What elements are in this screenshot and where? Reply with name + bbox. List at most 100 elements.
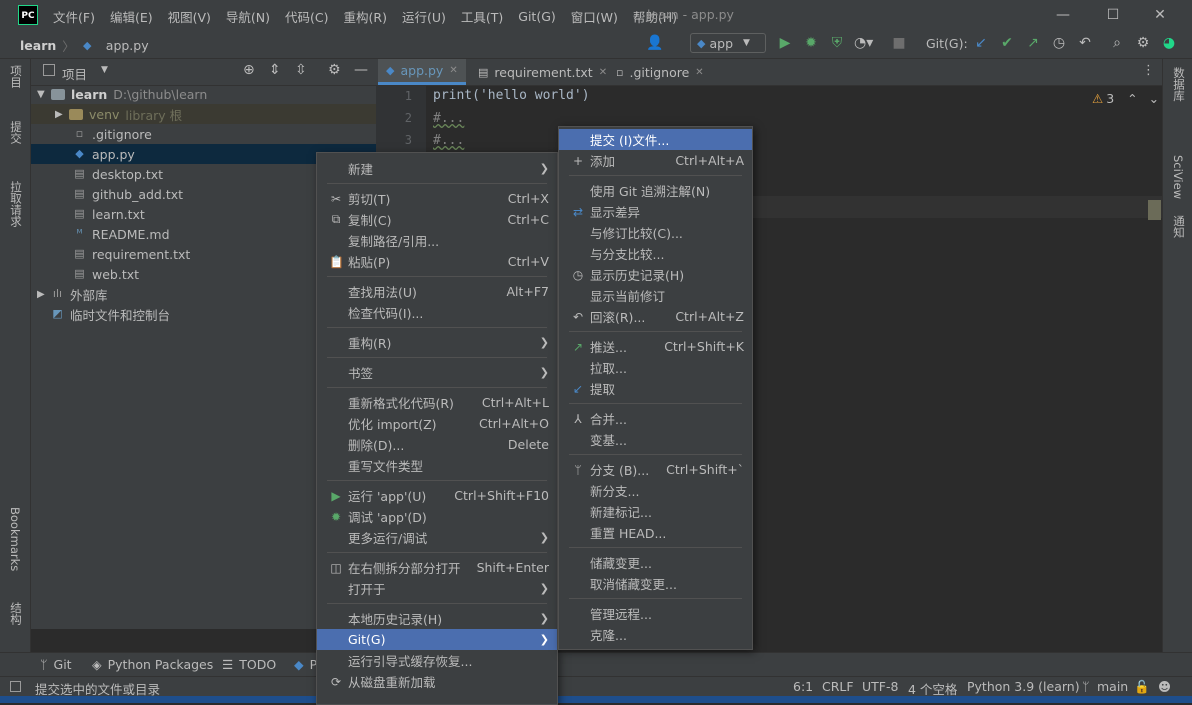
git-update-icon[interactable]: ↙	[972, 34, 990, 52]
menu-item[interactable]: 变基...	[559, 429, 752, 450]
menu-item[interactable]: 取消储藏变更...	[559, 573, 752, 594]
menu-item[interactable]: 使用 Git 追溯注解(N)	[559, 180, 752, 201]
menu-item[interactable]: 新分支...	[559, 480, 752, 501]
more-tabs-icon[interactable]: ⋮	[1142, 63, 1155, 78]
history-icon[interactable]: ◷	[1050, 34, 1068, 52]
tool-git[interactable]: ᛘ Git	[40, 657, 72, 672]
tree-file[interactable]: ▫ .gitignore	[31, 124, 376, 144]
menu-item[interactable]: 复制路径/引用...	[317, 230, 557, 251]
chevron-up-icon[interactable]: ⌃	[1127, 91, 1137, 106]
maximize-icon[interactable]: ☐	[1103, 5, 1123, 25]
run-configuration-select[interactable]: ◆ app ▼	[690, 33, 766, 53]
tab-gitignore[interactable]: ▫ .gitignore ✕	[608, 59, 712, 85]
python-interpreter[interactable]: Python 3.9 (learn)	[967, 679, 1080, 694]
stripe-bookmarks[interactable]: Bookmarks	[8, 507, 22, 571]
stripe-sciview[interactable]: SciView	[1171, 155, 1185, 199]
breadcrumb-file[interactable]: app.py	[106, 38, 149, 53]
menu-item[interactable]: 运行引导式缓存恢复...	[317, 650, 557, 671]
inspection-widget[interactable]: ⚠ 3 ⌃ ⌄	[1092, 91, 1159, 106]
menu-item[interactable]: 克隆...	[559, 624, 752, 645]
stripe-database[interactable]: 数据库	[1171, 67, 1187, 102]
close-icon[interactable]: ✕	[599, 67, 607, 78]
menu-item[interactable]: 显示当前修订	[559, 285, 752, 306]
stripe-project[interactable]: 项目	[8, 65, 24, 88]
menu-item[interactable]: ⧉ 复制(C) Ctrl+C	[317, 209, 557, 230]
menu-item[interactable]: 重构(R)	[344, 7, 387, 26]
tool-python-packages[interactable]: ◈ Python Packages	[92, 657, 213, 672]
profile-icon[interactable]: ◔▾	[854, 34, 873, 52]
code-line[interactable]: print('hello world')	[433, 88, 590, 103]
menu-item[interactable]: 拉取...	[559, 357, 752, 378]
menu-item[interactable]: 书签 ❯	[317, 362, 557, 383]
menu-item[interactable]: ✂ 剪切(T) Ctrl+X	[317, 188, 557, 209]
menu-item[interactable]: 与分支比较...	[559, 243, 752, 264]
menu-item[interactable]: 管理远程...	[559, 603, 752, 624]
menu-item[interactable]: ↗ 推送... Ctrl+Shift+K	[559, 336, 752, 357]
menu-item[interactable]: ✹ 调试 'app'(D)	[317, 506, 557, 527]
close-icon[interactable]: ✕	[449, 65, 457, 76]
menu-item[interactable]: 储藏变更...	[559, 552, 752, 573]
rollback-icon[interactable]: ↶	[1076, 34, 1094, 52]
line-separator[interactable]: CRLF	[822, 679, 854, 694]
stripe-commit[interactable]: 提交	[8, 121, 24, 144]
menu-item[interactable]: 📋 粘贴(P) Ctrl+V	[317, 251, 557, 272]
run-icon[interactable]: ▶	[776, 34, 794, 52]
tab-app-py[interactable]: ◆ app.py ✕	[378, 59, 466, 85]
menu-item[interactable]: 更多运行/调试 ❯	[317, 527, 557, 548]
stripe-structure[interactable]: 结构	[8, 602, 24, 625]
chevron-down-icon[interactable]: ⌄	[1149, 91, 1159, 106]
menu-item[interactable]: 查找用法(U) Alt+F7	[317, 281, 557, 302]
menu-item[interactable]: 窗口(W)	[571, 7, 618, 26]
menu-item[interactable]: Git(G) ❯	[317, 629, 557, 650]
menu-item[interactable]: 重置 HEAD...	[559, 522, 752, 543]
user-icon[interactable]: 👤	[646, 34, 664, 52]
locate-icon[interactable]: ⊕	[243, 62, 255, 78]
menu-item[interactable]: ↙ 提取	[559, 378, 752, 399]
panel-toggle-icon[interactable]	[10, 681, 21, 692]
menu-item[interactable]: Git(G)	[518, 9, 556, 24]
menu-item[interactable]: 文件(F)	[53, 7, 95, 26]
menu-item[interactable]: 优化 import(Z) Ctrl+Alt+O	[317, 413, 557, 434]
tab-requirement[interactable]: ▤ requirement.txt ✕	[470, 59, 615, 85]
git-branch[interactable]: main	[1097, 679, 1128, 694]
coverage-icon[interactable]: ⛨	[828, 34, 846, 52]
caret-position[interactable]: 6:1	[793, 679, 813, 694]
menu-item[interactable]: ⅄ 合并...	[559, 408, 752, 429]
collapse-all-icon[interactable]: ⇳	[295, 62, 307, 78]
stripe-notifications[interactable]: 通知	[1171, 215, 1187, 238]
project-panel-title[interactable]: 项目	[62, 64, 87, 83]
menu-item[interactable]: 打开于 ❯	[317, 578, 557, 599]
hide-icon[interactable]: —	[354, 62, 368, 78]
menu-item[interactable]: 重写文件类型	[317, 455, 557, 476]
menu-item[interactable]: ▶ 运行 'app'(U) Ctrl+Shift+F10	[317, 485, 557, 506]
file-encoding[interactable]: UTF-8	[862, 679, 898, 694]
menu-item[interactable]: ᛘ 分支 (B)... Ctrl+Shift+`	[559, 459, 752, 480]
git-push-icon[interactable]: ↗	[1024, 34, 1042, 52]
menu-item[interactable]: 编辑(E)	[110, 7, 153, 26]
search-icon[interactable]: ⌕	[1108, 34, 1126, 52]
menu-item[interactable]: 代码(C)	[285, 7, 328, 26]
tree-root[interactable]: ▼ learn D:\github\learn	[31, 84, 376, 104]
debug-icon[interactable]: ✹	[802, 34, 820, 52]
close-icon[interactable]: ✕	[695, 67, 703, 78]
menu-item[interactable]: 提交 (I)文件...	[559, 129, 752, 150]
minimize-icon[interactable]: —	[1053, 5, 1073, 25]
jetbrains-ai-icon[interactable]: ◕	[1160, 34, 1178, 52]
inspector-icon[interactable]: ☻	[1158, 679, 1171, 694]
tool-python-console[interactable]: ◆ P	[294, 657, 317, 672]
close-icon[interactable]: ✕	[1150, 5, 1170, 25]
menu-item[interactable]: 新建标记...	[559, 501, 752, 522]
expand-all-icon[interactable]: ⇕	[269, 62, 281, 78]
menu-item[interactable]: 与修订比较(C)...	[559, 222, 752, 243]
stop-icon[interactable]: ■	[890, 34, 908, 52]
chevron-down-icon[interactable]: ▼	[101, 65, 108, 75]
menu-item[interactable]: 导航(N)	[226, 7, 270, 26]
gear-icon[interactable]: ⚙	[328, 62, 341, 78]
code-line[interactable]: #...	[433, 111, 464, 126]
unlock-icon[interactable]: 🔓	[1134, 679, 1150, 695]
breadcrumb-project[interactable]: learn	[20, 38, 56, 53]
git-commit-icon[interactable]: ✔	[998, 34, 1016, 52]
menu-item[interactable]: 重构(R) ❯	[317, 332, 557, 353]
menu-item[interactable]: 重新格式化代码(R) Ctrl+Alt+L	[317, 392, 557, 413]
menu-item[interactable]: 工具(T)	[461, 7, 503, 26]
